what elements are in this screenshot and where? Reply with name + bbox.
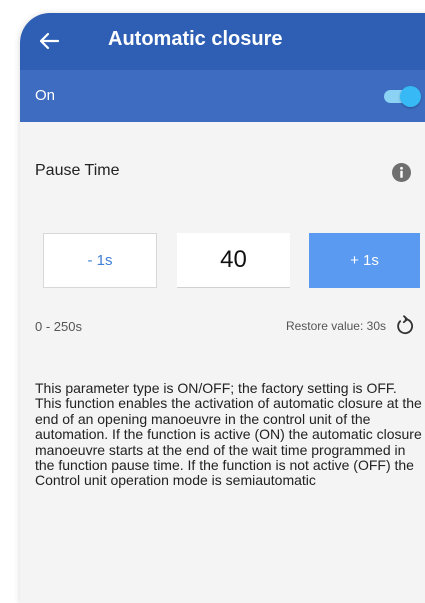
page-title: Automatic closure <box>108 28 283 50</box>
description-text: This parameter type is ON/OFF; the facto… <box>35 380 422 489</box>
pause-time-title: Pause Time <box>35 162 120 179</box>
toggle-label: On <box>35 87 56 104</box>
switch-thumb <box>400 86 421 107</box>
restore-icon[interactable] <box>393 315 415 337</box>
info-icon[interactable] <box>392 163 411 182</box>
app-screen: Automatic closure On Pause Time - 1s 40 … <box>20 13 425 603</box>
restore-value-label: Restore value: 30s <box>285 319 386 333</box>
decrement-button[interactable]: - 1s <box>43 233 157 288</box>
back-button[interactable] <box>34 26 64 56</box>
arrow-left-icon <box>34 26 64 56</box>
app-bar: Automatic closure <box>20 13 425 70</box>
increment-button[interactable]: + 1s <box>309 233 420 288</box>
pause-time-value-field[interactable]: 40 <box>177 233 290 288</box>
range-label: 0 - 250s <box>35 319 82 334</box>
automatic-closure-switch[interactable] <box>384 86 421 107</box>
toggle-row[interactable]: On <box>20 70 425 122</box>
